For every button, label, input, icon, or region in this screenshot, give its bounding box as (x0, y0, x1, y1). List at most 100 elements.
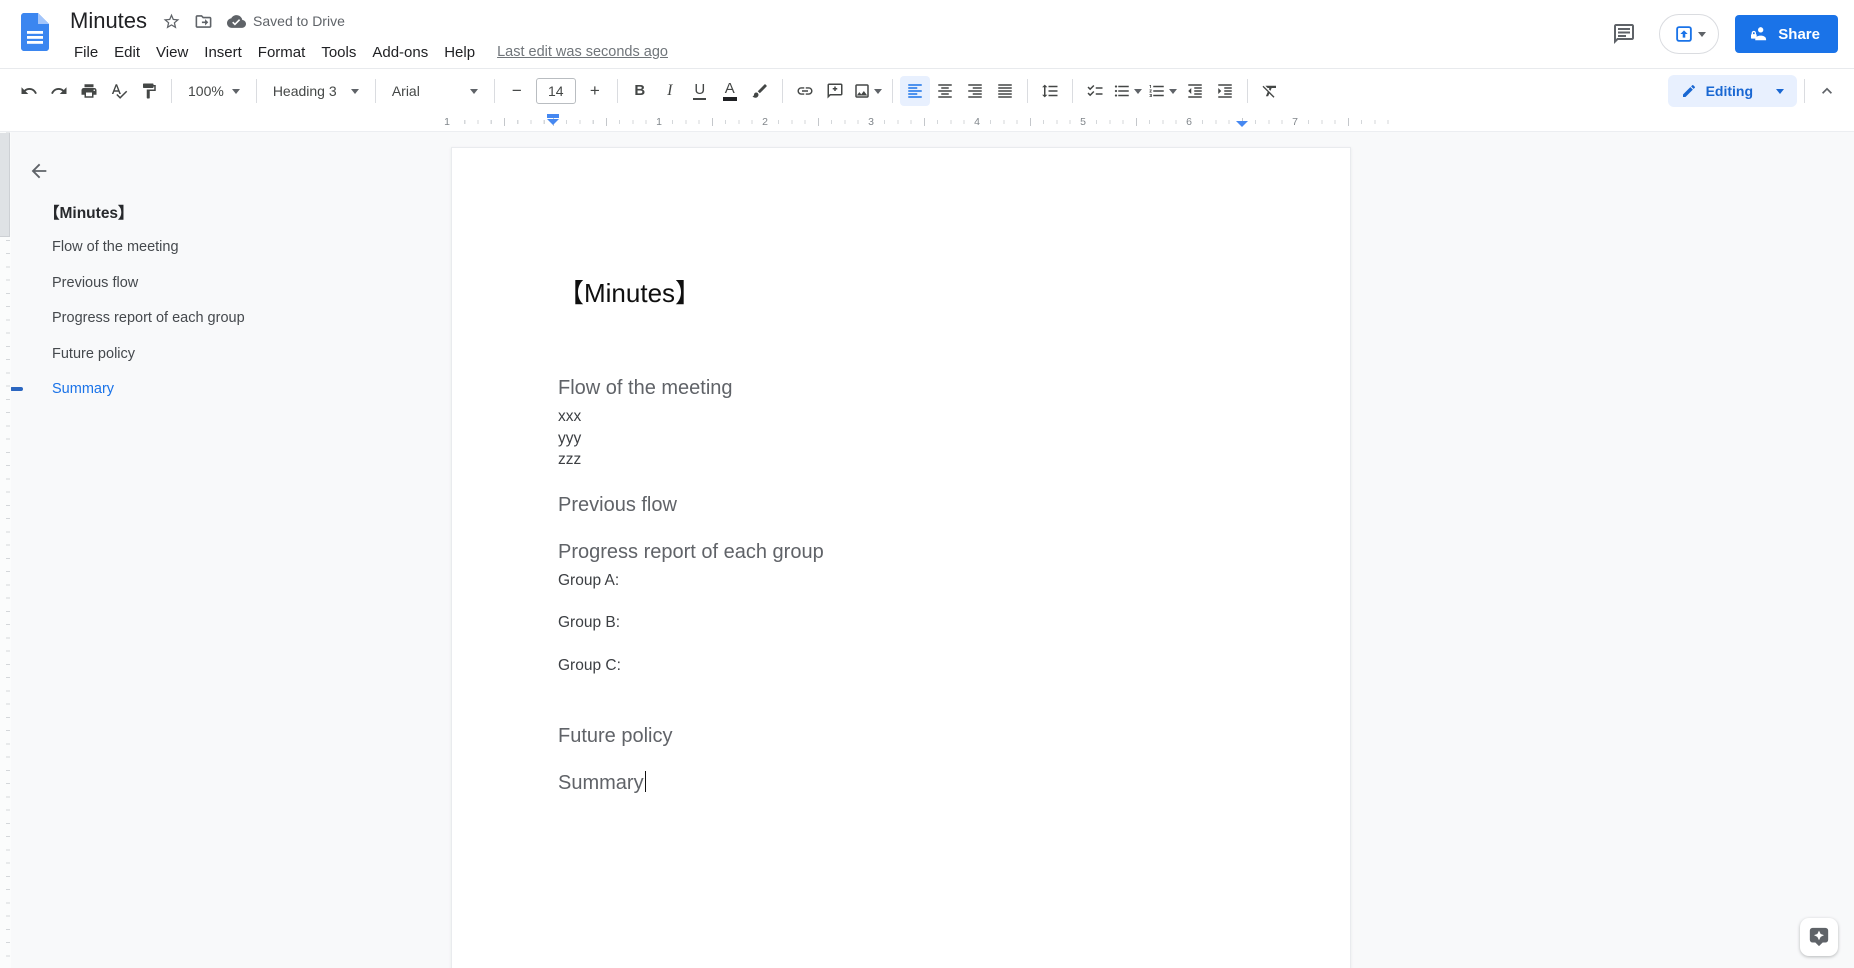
doc-h2-line: Summary (558, 771, 1244, 796)
toolbar-divider (616, 78, 618, 103)
undo-button[interactable] (14, 76, 44, 106)
menu-bar-items: File Edit View Insert Format Tools Add-ons Help (66, 41, 483, 64)
outline-item-active[interactable]: Summary (0, 372, 380, 408)
google-docs-logo-icon[interactable] (21, 13, 49, 51)
align-justify-button[interactable] (990, 76, 1020, 106)
paragraph-style-select[interactable]: Heading 3 (264, 76, 368, 106)
clear-formatting-button[interactable] (1255, 76, 1285, 106)
present-button[interactable] (1659, 14, 1720, 54)
cloud-saved-icon (227, 12, 247, 31)
menu-help[interactable]: Help (436, 41, 483, 64)
left-indent-marker[interactable] (547, 114, 559, 125)
toolbar-divider (1026, 78, 1028, 103)
doc-body-line: zzz (558, 451, 582, 468)
doc-content: 【Minutes】 Flow of the meeting xxx yyy zzz Pre… (558, 276, 1244, 796)
title-bar: Minutes Saved to Drive File Edit View Inser… (0, 0, 1854, 68)
explore-icon (1808, 926, 1830, 948)
bulleted-list-button[interactable] (1110, 76, 1145, 106)
doc-h2-line: Flow of the meeting (558, 377, 733, 399)
menu-edit[interactable]: Edit (106, 41, 148, 64)
star-icon[interactable] (157, 7, 185, 35)
add-comment-button[interactable] (820, 76, 850, 106)
insert-link-button[interactable] (790, 76, 820, 106)
menu-format[interactable]: Format (250, 41, 314, 64)
toolbar-divider (891, 78, 893, 103)
paint-format-button[interactable] (134, 76, 164, 106)
align-left-button[interactable] (899, 75, 930, 106)
right-indent-marker[interactable] (1236, 121, 1248, 127)
outline-item[interactable]: 【Minutes】 (0, 194, 380, 230)
redo-button[interactable] (44, 76, 74, 106)
ruler-top-margin-block (0, 133, 10, 237)
pencil-icon (1681, 83, 1697, 99)
toolbar-divider (255, 78, 257, 103)
highlight-color-button[interactable] (745, 76, 775, 106)
italic-button[interactable]: I (655, 76, 685, 106)
toolbar-divider (171, 78, 172, 103)
toolbar-divider (374, 78, 376, 103)
chevron-down-icon (231, 88, 240, 94)
doc-body-line: Group B: (558, 614, 621, 631)
outline-item[interactable]: Flow of the meeting (0, 230, 380, 266)
increase-font-size-button[interactable]: + (580, 76, 610, 106)
menu-bar: File Edit View Insert Format Tools Add-ons Help… (66, 37, 668, 67)
toolbar-divider (781, 78, 783, 103)
outline-item[interactable]: Progress report of each group (0, 301, 380, 337)
move-to-folder-icon[interactable] (189, 7, 217, 35)
doc-body-line: yyy (558, 429, 582, 447)
line-spacing-button[interactable] (1035, 76, 1065, 106)
menu-insert[interactable]: Insert (196, 41, 250, 64)
ruler-inch-label: 7 (1289, 115, 1301, 128)
zoom-select[interactable]: 100% (179, 76, 249, 106)
last-edit-link[interactable]: Last edit was seconds ago (497, 44, 668, 60)
doc-body-line: Group A: (558, 571, 620, 589)
text-color-button[interactable]: A (715, 76, 745, 106)
align-center-button[interactable] (930, 76, 960, 106)
font-size-input[interactable]: 14 (535, 77, 576, 104)
document-title[interactable]: Minutes (64, 8, 153, 34)
underline-button[interactable]: U (685, 76, 715, 106)
doc-body-line: xxx (558, 408, 582, 425)
share-button[interactable]: Share (1735, 15, 1838, 53)
menu-view[interactable]: View (148, 41, 196, 64)
ruler-inch-label: 6 (1183, 115, 1195, 128)
chevron-down-icon (1776, 88, 1784, 94)
doc-h2-line: Future policy (558, 725, 673, 747)
increase-indent-button[interactable] (1210, 76, 1240, 106)
toolbar-divider (1246, 78, 1248, 103)
close-outline-back-icon[interactable] (24, 156, 54, 186)
spell-check-button[interactable] (104, 76, 134, 106)
ruler-vertical[interactable] (0, 132, 11, 968)
align-right-button[interactable] (960, 76, 990, 106)
menu-tools[interactable]: Tools (313, 41, 364, 64)
insert-image-button[interactable] (850, 76, 885, 106)
ruler-inch-label: 2 (759, 115, 771, 128)
menu-addons[interactable]: Add-ons (364, 41, 436, 64)
toolbar-divider (493, 78, 495, 103)
decrease-indent-button[interactable] (1180, 76, 1210, 106)
toolbar: 100% Heading 3 Arial − 14 + B I U A Edit… (0, 68, 1854, 112)
chevron-down-icon (1168, 88, 1177, 94)
checklist-button[interactable] (1080, 76, 1110, 106)
chevron-down-icon (873, 88, 882, 94)
comment-history-icon[interactable] (1605, 15, 1643, 53)
bold-button[interactable]: B (625, 76, 655, 106)
outline-item[interactable]: Previous flow (0, 265, 380, 301)
menu-file[interactable]: File (66, 41, 106, 64)
print-button[interactable] (74, 76, 104, 106)
toolbar-divider (1071, 78, 1073, 103)
ruler-horizontal[interactable]: 1 1 2 3 4 5 6 7 (440, 112, 1390, 132)
decrease-font-size-button[interactable]: − (502, 76, 532, 106)
numbered-list-button[interactable] (1145, 76, 1180, 106)
ruler-inch-label: 4 (971, 115, 983, 128)
ruler-inch-label: 3 (865, 115, 877, 128)
ruler-inch-label: 5 (1077, 115, 1089, 128)
share-lock-person-icon (1749, 24, 1769, 44)
mode-select-editing[interactable]: Editing (1667, 74, 1797, 107)
font-family-select[interactable]: Arial (383, 76, 487, 106)
document-page[interactable]: 【Minutes】 Flow of the meeting xxx yyy zzz Pre… (451, 147, 1351, 968)
explore-button[interactable] (1800, 918, 1838, 956)
saved-status[interactable]: Saved to Drive (253, 13, 345, 29)
outline-item[interactable]: Future policy (0, 336, 380, 372)
hide-menus-button[interactable] (1812, 76, 1842, 106)
